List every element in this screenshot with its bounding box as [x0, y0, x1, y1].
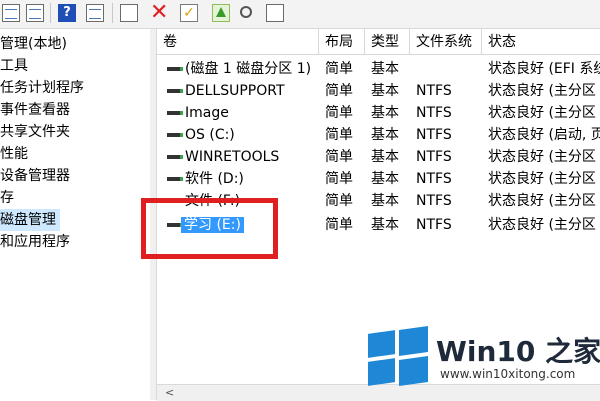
up-arrow-icon[interactable] [212, 4, 230, 22]
volume-name: 软件 (D:) [185, 171, 244, 187]
table-row[interactable]: Image 简单 基本 NTFS 状态良好 (主分区 [157, 102, 600, 124]
status-cell: 状态良好 (EFI 系统 [488, 61, 600, 77]
tree-item[interactable]: 设备管理器 [0, 165, 70, 187]
layout-cell: 简单 [325, 171, 353, 187]
type-cell: 基本 [371, 83, 399, 99]
status-cell: 状态良好 (主分区 [488, 83, 596, 99]
status-cell: 状态良好 (主分区 [488, 149, 596, 165]
column-header-filesystem[interactable]: 文件系统 [410, 29, 482, 55]
filesystem-cell: NTFS [416, 193, 452, 209]
scroll-left-icon[interactable]: < [165, 386, 174, 399]
layout-cell: 简单 [325, 127, 353, 143]
tree-item[interactable]: 共享文件夹 [0, 121, 70, 143]
layout-cell: 简单 [325, 149, 353, 165]
column-header-layout[interactable]: 布局 [319, 29, 365, 55]
type-cell: 基本 [371, 193, 399, 209]
tree-item[interactable]: 工具 [0, 55, 28, 77]
grid-view-icon[interactable] [2, 4, 20, 22]
volume-icon [167, 177, 183, 181]
volume-icon [167, 155, 183, 159]
layout-cell: 简单 [325, 193, 353, 209]
filesystem-cell: NTFS [416, 83, 452, 99]
volume-icon [167, 67, 183, 71]
status-cell: 状态良好 (主分区 [488, 217, 596, 233]
status-cell: 状态良好 (主分区 [488, 105, 596, 121]
volume-name: (磁盘 1 磁盘分区 1) [185, 61, 312, 77]
status-cell: 状态良好 (主分区 [488, 193, 596, 209]
tree-item[interactable]: 存 [0, 187, 14, 209]
volume-icon [167, 111, 183, 115]
tree-item[interactable]: 管理(本地) [0, 33, 67, 55]
toolbar: ? ✕ ✓ [0, 0, 600, 29]
filesystem-cell: NTFS [416, 171, 452, 187]
table-row[interactable]: DELLSUPPORT 简单 基本 NTFS 状态良好 (主分区 [157, 80, 600, 102]
type-cell: 基本 [371, 61, 399, 77]
column-header-status[interactable]: 状态 [482, 29, 600, 55]
highlight-annotation-box [141, 198, 278, 259]
connect-icon[interactable] [120, 4, 138, 22]
toolbar-separator [50, 3, 51, 23]
windows-logo-icon [368, 325, 428, 388]
watermark-brand: Win10 之家 [436, 335, 600, 368]
type-cell: 基本 [371, 171, 399, 187]
tree-item[interactable]: 和应用程序 [0, 231, 70, 253]
filesystem-cell: NTFS [416, 127, 452, 143]
properties-icon[interactable] [26, 4, 44, 22]
tree-item[interactable]: 性能 [0, 143, 28, 165]
status-cell: 状态良好 (启动, 页 [488, 127, 600, 143]
list-icon[interactable] [266, 4, 284, 22]
console-tree: 管理(本地) 工具 任务计划程序 事件查看器 共享文件夹 性能 设备管理器 存 … [0, 29, 151, 400]
delete-icon[interactable]: ✕ [150, 2, 168, 24]
type-cell: 基本 [371, 127, 399, 143]
check-icon[interactable]: ✓ [180, 4, 198, 22]
console-tree-icon[interactable] [86, 4, 104, 22]
status-cell: 状态良好 (主分区 [488, 171, 596, 187]
layout-cell: 简单 [325, 217, 353, 233]
tree-item[interactable]: 事件查看器 [0, 99, 70, 121]
volume-name: DELLSUPPORT [185, 83, 285, 99]
table-row[interactable]: (磁盘 1 磁盘分区 1) 简单 基本 状态良好 (EFI 系统 [157, 58, 600, 80]
table-row[interactable]: OS (C:) 简单 基本 NTFS 状态良好 (启动, 页 [157, 124, 600, 146]
layout-cell: 简单 [325, 61, 353, 77]
search-icon[interactable] [240, 6, 252, 18]
type-cell: 基本 [371, 217, 399, 233]
volume-name: WINRETOOLS [185, 149, 280, 165]
volume-name: OS (C:) [185, 127, 235, 143]
table-row[interactable]: 软件 (D:) 简单 基本 NTFS 状态良好 (主分区 [157, 168, 600, 190]
watermark-url: www.win10xitong.com [440, 367, 576, 381]
toolbar-separator [112, 3, 113, 23]
type-cell: 基本 [371, 105, 399, 121]
volume-icon [167, 89, 183, 93]
volume-name: Image [185, 105, 229, 121]
filesystem-cell: NTFS [416, 149, 452, 165]
tree-item-disk-management[interactable]: 磁盘管理 [0, 209, 60, 231]
layout-cell: 简单 [325, 105, 353, 121]
table-row[interactable]: WINRETOOLS 简单 基本 NTFS 状态良好 (主分区 [157, 146, 600, 168]
column-header-volume[interactable]: 卷 [157, 29, 319, 55]
filesystem-cell: NTFS [416, 105, 452, 121]
column-header-type[interactable]: 类型 [365, 29, 410, 55]
tree-item[interactable]: 任务计划程序 [0, 77, 84, 99]
filesystem-cell: NTFS [416, 217, 452, 233]
type-cell: 基本 [371, 149, 399, 165]
volume-icon [167, 133, 183, 137]
help-icon[interactable]: ? [58, 4, 76, 22]
layout-cell: 简单 [325, 83, 353, 99]
